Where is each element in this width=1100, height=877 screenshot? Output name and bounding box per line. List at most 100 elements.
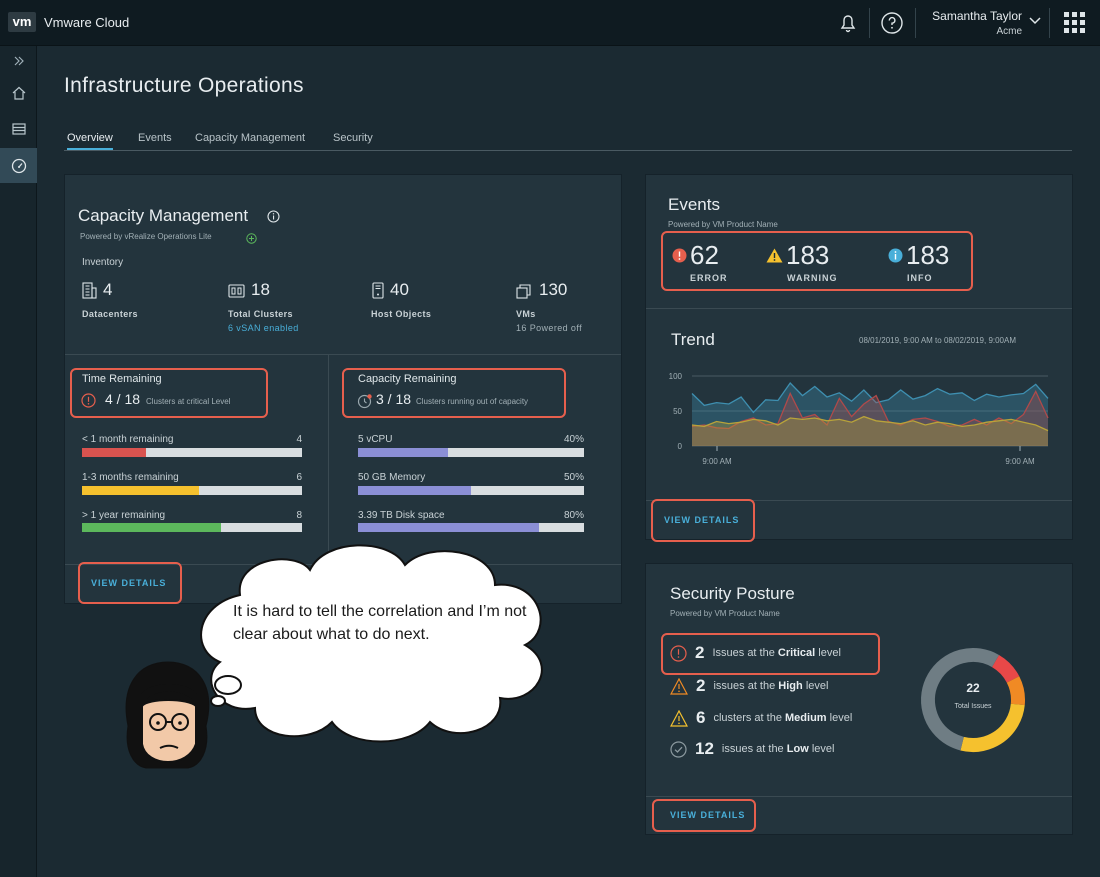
alert-circle-icon [81, 393, 96, 413]
warning-label: WARNING [787, 273, 838, 283]
check-circle-icon [670, 740, 687, 758]
section-divider [646, 308, 1072, 309]
x-tick-label: 9:00 AM [1005, 457, 1035, 466]
low-pre: issues at the [721, 743, 784, 755]
warning-outline-icon [670, 677, 688, 695]
vsan-enabled-link[interactable]: 6 vSAN enabled [228, 323, 299, 333]
capacity-card-title: Capacity Management [78, 206, 249, 225]
host-server-icon [372, 281, 384, 299]
critical-pre: Issues at the [712, 647, 775, 659]
capacity-remaining-desc: Clusters running out of capacity [416, 397, 529, 406]
tab-bar: Overview Events Capacity Management Secu… [64, 132, 1072, 151]
events-powered-by: Powered by VM Product Name [668, 220, 778, 229]
datacenters-label: Datacenters [82, 309, 138, 319]
vms-stat: 130 [516, 280, 567, 300]
info-count[interactable]: 183 [888, 240, 949, 271]
tab-capacity-management[interactable]: Capacity Management [195, 132, 305, 148]
clusters-count: 18 [251, 280, 270, 299]
help-icon[interactable] [880, 11, 904, 35]
hosts-stat: 40 [372, 280, 409, 300]
clock-alert-icon [357, 393, 373, 414]
clusters-stat: 18 [228, 280, 270, 300]
vmware-logo[interactable]: vm [8, 12, 36, 32]
progress-fill [358, 448, 449, 457]
persona-avatar [125, 661, 210, 769]
medium-level: Medium [785, 712, 827, 724]
home-icon[interactable] [0, 78, 37, 108]
app-title[interactable]: Vmware Cloud [44, 15, 129, 30]
bell-icon[interactable] [836, 11, 860, 35]
security-powered-by: Powered by VM Product Name [670, 609, 780, 618]
medium-count: 6 [696, 708, 706, 727]
chevron-down-icon[interactable] [1028, 13, 1042, 27]
progress-fill [82, 486, 199, 495]
bar-label: 3.39 TB Disk space [358, 510, 445, 521]
error-label: ERROR [690, 273, 728, 283]
info-icon[interactable] [267, 210, 280, 228]
hosts-count: 40 [390, 280, 409, 299]
page-title: Infrastructure Operations [64, 74, 304, 97]
progress-fill [82, 523, 221, 532]
tab-overview[interactable]: Overview [67, 132, 113, 150]
critical-level: Critical [777, 647, 816, 659]
progress-fill [82, 448, 146, 457]
progress-bar [358, 448, 584, 457]
info-label: INFO [907, 273, 933, 283]
security-row-medium[interactable]: 6 clusters at the Medium level [670, 708, 852, 728]
critical-post: level [818, 647, 841, 659]
security-row-high[interactable]: 2 issues at the High level [670, 676, 828, 696]
tab-security[interactable]: Security [333, 132, 373, 148]
side-nav [0, 46, 37, 877]
vms-label: VMs [516, 309, 536, 319]
high-level: High [778, 680, 803, 692]
capacity-remaining-count: 3 / 18 [376, 391, 412, 407]
security-row-critical[interactable]: 2 Issues at the Critical level [670, 643, 841, 663]
bar-value: 50% [563, 472, 584, 483]
high-pre: issues at the [713, 680, 776, 692]
comment-text: It is hard to tell the correlation and I… [233, 603, 527, 643]
app-grid-icon[interactable] [1063, 11, 1087, 35]
bar-value: 8 [296, 510, 302, 521]
security-row-low[interactable]: 12 issues at the Low level [670, 739, 834, 759]
security-view-details-button[interactable]: VIEW DETAILS [670, 810, 745, 820]
progress-bar [82, 486, 302, 495]
section-divider [646, 796, 1072, 797]
warning-count[interactable]: 183 [766, 240, 829, 271]
bar-value: 4 [296, 434, 302, 445]
bar-value: 6 [296, 472, 302, 483]
critical-count: 2 [695, 643, 705, 662]
events-view-details-button[interactable]: VIEW DETAILS [664, 515, 739, 525]
vms-count: 130 [539, 280, 568, 299]
user-org: Acme [996, 26, 1022, 37]
user-name[interactable]: Samantha Taylor [932, 9, 1022, 23]
capacity-remaining-title: Capacity Remaining [358, 373, 457, 385]
y-tick-label: 0 [678, 442, 683, 451]
tab-events[interactable]: Events [138, 132, 172, 148]
capacity-powered-by: Powered by vRealize Operations Lite [80, 232, 212, 241]
time-remaining-desc: Clusters at critical Level [146, 397, 231, 406]
dashboard-gauge-icon[interactable] [0, 148, 37, 183]
medium-pre: clusters at the [713, 712, 782, 724]
header-divider [1049, 8, 1050, 38]
bar-label: < 1 month remaining [82, 434, 174, 445]
list-icon[interactable] [0, 114, 37, 144]
progress-bar [82, 448, 302, 457]
header-divider [869, 8, 870, 38]
add-circle-icon[interactable] [246, 231, 257, 249]
error-count[interactable]: 62 [672, 240, 719, 271]
trend-title: Trend [671, 330, 715, 349]
info-filled-icon [888, 248, 903, 263]
low-level: Low [786, 743, 809, 755]
section-divider [328, 354, 329, 564]
y-tick-label: 100 [669, 372, 683, 381]
progress-fill [358, 486, 471, 495]
progress-fill [358, 523, 539, 532]
security-card-title: Security Posture [670, 584, 795, 603]
top-header: vm Vmware Cloud Samantha Taylor Acme [0, 0, 1100, 46]
cluster-icon [228, 283, 245, 298]
bar-value: 40% [563, 434, 584, 445]
warning-icon [766, 248, 783, 263]
issues-donut-chart: 22 Total Issues [921, 648, 1025, 752]
x-tick-label: 9:00 AM [702, 457, 732, 466]
expand-nav-icon[interactable] [0, 48, 37, 74]
